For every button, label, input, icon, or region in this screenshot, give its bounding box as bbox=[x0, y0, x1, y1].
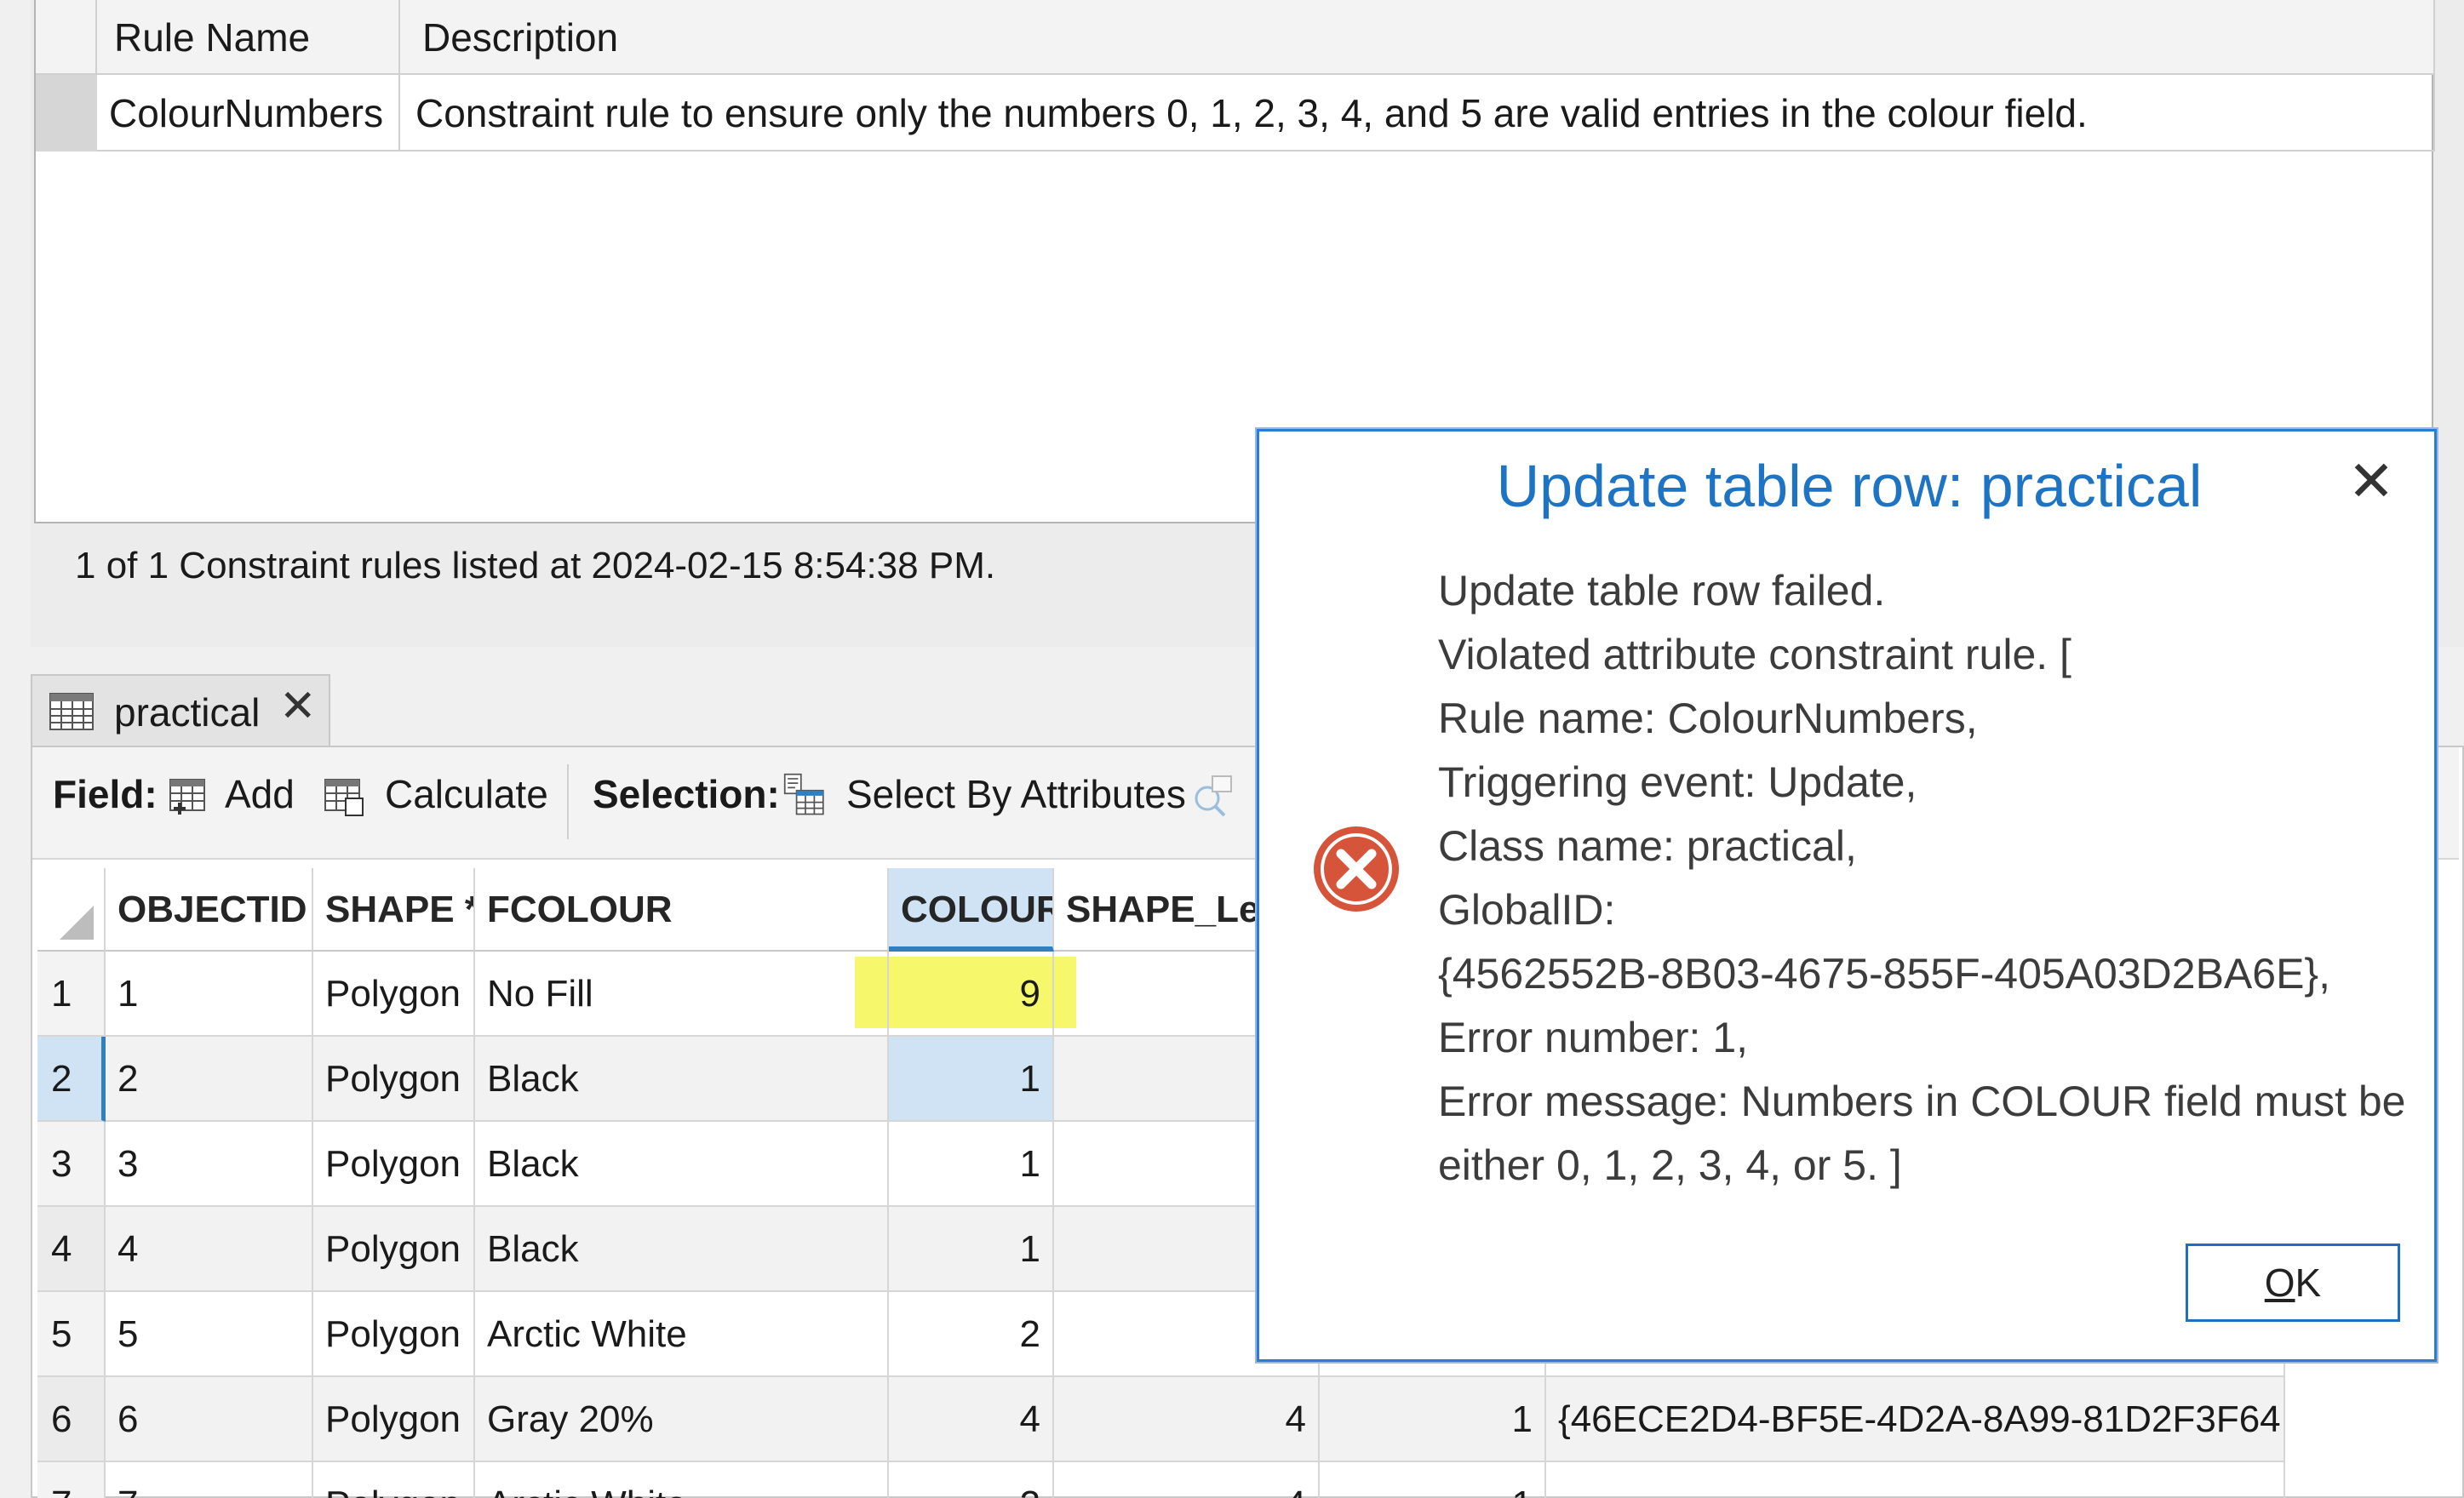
calculate-field-button[interactable]: Calculate bbox=[385, 771, 548, 817]
close-icon[interactable]: ✕ bbox=[2339, 449, 2404, 513]
tab-label: practical bbox=[114, 690, 261, 735]
col-shape[interactable]: SHAPE * bbox=[313, 868, 475, 952]
cell-objectid[interactable]: 6 bbox=[106, 1377, 313, 1462]
cell-fcolour[interactable]: Black bbox=[475, 1207, 889, 1292]
message-line: Triggering event: Update, bbox=[1438, 758, 1917, 806]
selection-label: Selection: bbox=[593, 772, 780, 816]
row-number[interactable]: 7 bbox=[37, 1462, 106, 1498]
error-icon bbox=[1314, 826, 1399, 912]
cell-fcolour[interactable]: Black bbox=[475, 1037, 889, 1122]
cell-fcolour[interactable]: No Fill bbox=[475, 952, 889, 1037]
cell-colour[interactable]: 1 bbox=[889, 1037, 1054, 1122]
cell-globalid[interactable] bbox=[1546, 1462, 2285, 1498]
cell-shape[interactable]: Polygon bbox=[313, 952, 475, 1037]
toolbar-divider bbox=[567, 764, 569, 839]
message-line: Violated attribute constraint rule. [ bbox=[1438, 631, 2071, 678]
cell-colour[interactable]: 4 bbox=[889, 1377, 1054, 1462]
select-by-attributes-button[interactable]: Select By Attributes bbox=[846, 771, 1186, 817]
cell-colour[interactable]: 1 bbox=[889, 1122, 1054, 1207]
row-number[interactable]: 2 bbox=[37, 1037, 106, 1122]
cell-objectid[interactable]: 3 bbox=[106, 1122, 313, 1207]
message-line: either 0, 1, 2, 3, 4, or 5. ] bbox=[1438, 1141, 1902, 1189]
ok-accelerator: O bbox=[2264, 1261, 2295, 1305]
select-by-attributes-icon bbox=[783, 773, 824, 815]
cell-objectid[interactable]: 1 bbox=[106, 952, 313, 1037]
rules-col-description[interactable]: Description bbox=[400, 0, 2435, 75]
tab-practical[interactable]: practical ✕ bbox=[31, 674, 330, 747]
message-line: {4562552B-8B03-4675-855F-405A03D2BA6E}, bbox=[1438, 950, 2331, 998]
rules-cell-description[interactable]: Constraint rule to ensure only the numbe… bbox=[400, 75, 2435, 152]
row-number[interactable]: 1 bbox=[37, 952, 106, 1037]
cell-colour[interactable]: 1 bbox=[889, 1207, 1054, 1292]
cell-shape[interactable]: Polygon bbox=[313, 1207, 475, 1292]
message-line: Class name: practical, bbox=[1438, 822, 1857, 870]
message-line: GlobalID: bbox=[1438, 886, 1616, 934]
cell-colour[interactable]: 2 bbox=[889, 1292, 1054, 1377]
message-line: Rule name: ColourNumbers, bbox=[1438, 695, 1978, 742]
add-field-icon bbox=[169, 779, 205, 815]
grid-corner-cell[interactable] bbox=[37, 868, 106, 952]
table-icon bbox=[49, 693, 94, 730]
row-number[interactable]: 6 bbox=[37, 1377, 106, 1462]
rules-col-rule-name[interactable]: Rule Name bbox=[97, 0, 400, 75]
cell-objectid[interactable]: 4 bbox=[106, 1207, 313, 1292]
field-label: Field: bbox=[53, 772, 158, 816]
close-icon[interactable]: ✕ bbox=[279, 681, 317, 732]
cell-shape-length[interactable]: 4 bbox=[1054, 1462, 1320, 1498]
row-number[interactable]: 4 bbox=[37, 1207, 106, 1292]
row-number[interactable]: 5 bbox=[37, 1292, 106, 1377]
dialog-title: Update table row: practical bbox=[1496, 453, 2203, 519]
select-all-icon bbox=[60, 906, 94, 940]
error-dialog: Update table row: practical ✕ Update tab… bbox=[1257, 429, 2437, 1362]
message-line: Error message: Numbers in COLOUR field m… bbox=[1438, 1078, 2406, 1125]
ok-button[interactable]: OK bbox=[2186, 1244, 2400, 1322]
cell-fcolour[interactable]: Arctic White bbox=[475, 1292, 889, 1377]
cell-hidden-1[interactable]: 1 bbox=[1320, 1462, 1546, 1498]
ok-label: K bbox=[2295, 1261, 2322, 1305]
cell-shape[interactable]: Polygon bbox=[313, 1377, 475, 1462]
cell-shape[interactable]: Polygon bbox=[313, 1462, 475, 1498]
row-number[interactable]: 3 bbox=[37, 1122, 106, 1207]
cell-shape-length[interactable]: 4 bbox=[1054, 1377, 1320, 1462]
cell-fcolour[interactable]: Black bbox=[475, 1122, 889, 1207]
cell-colour[interactable]: 2 bbox=[889, 1462, 1054, 1498]
rules-row-selector[interactable] bbox=[36, 75, 97, 152]
dialog-message: Update table row failed. Violated attrib… bbox=[1438, 559, 2405, 1198]
cell-objectid[interactable]: 2 bbox=[106, 1037, 313, 1122]
col-fcolour[interactable]: FCOLOUR bbox=[475, 868, 889, 952]
cell-shape[interactable]: Polygon bbox=[313, 1037, 475, 1122]
cell-hidden-1[interactable]: 1 bbox=[1320, 1377, 1546, 1462]
col-objectid[interactable]: OBJECTID * bbox=[106, 868, 313, 952]
message-line: Error number: 1, bbox=[1438, 1014, 1749, 1061]
cell-fcolour[interactable]: Gray 20% bbox=[475, 1377, 889, 1462]
rules-cell-rule-name[interactable]: ColourNumbers bbox=[97, 75, 400, 152]
cell-fcolour[interactable]: Arctic White bbox=[475, 1462, 889, 1498]
rules-status-text: 1 of 1 Constraint rules listed at 2024-0… bbox=[75, 545, 996, 586]
cell-shape[interactable]: Polygon bbox=[313, 1292, 475, 1377]
table-row[interactable]: 6 6 Polygon Gray 20% 4 4 1 {46ECE2D4-BF5… bbox=[37, 1377, 2285, 1462]
cell-globalid[interactable]: {46ECE2D4-BF5E-4D2A-8A99-81D2F3F64DFA} bbox=[1546, 1377, 2285, 1462]
calculate-field-icon bbox=[324, 779, 364, 816]
cell-colour[interactable]: 9 bbox=[889, 952, 1054, 1037]
table-row[interactable]: 7 7 Polygon Arctic White 2 4 1 bbox=[37, 1462, 2285, 1498]
cell-shape[interactable]: Polygon bbox=[313, 1122, 475, 1207]
zoom-to-selection-icon[interactable] bbox=[1190, 773, 1235, 817]
cell-objectid[interactable]: 7 bbox=[106, 1462, 313, 1498]
cell-objectid[interactable]: 5 bbox=[106, 1292, 313, 1377]
add-field-button[interactable]: Add bbox=[225, 771, 295, 817]
message-line: Update table row failed. bbox=[1438, 567, 1886, 615]
col-colour[interactable]: COLOUR bbox=[889, 868, 1054, 952]
rules-corner-cell bbox=[36, 0, 97, 75]
